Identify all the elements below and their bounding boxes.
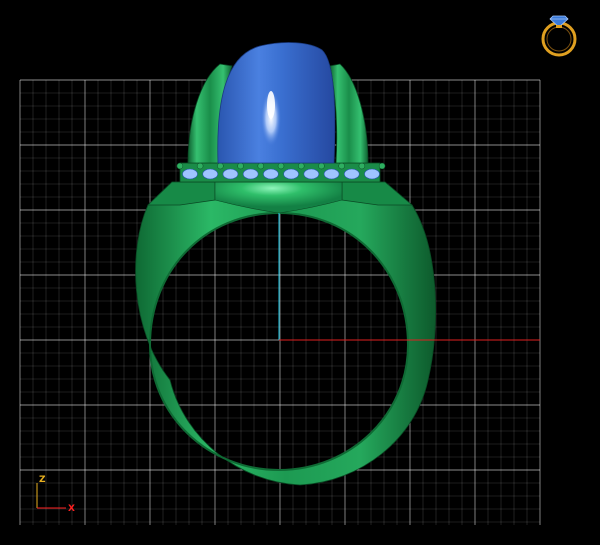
ring-preview-icon[interactable] xyxy=(0,0,600,545)
3d-viewport[interactable]: Z X xyxy=(0,0,600,545)
ring-preview-band-inner xyxy=(546,26,572,52)
ring-preview-setting xyxy=(556,25,562,28)
